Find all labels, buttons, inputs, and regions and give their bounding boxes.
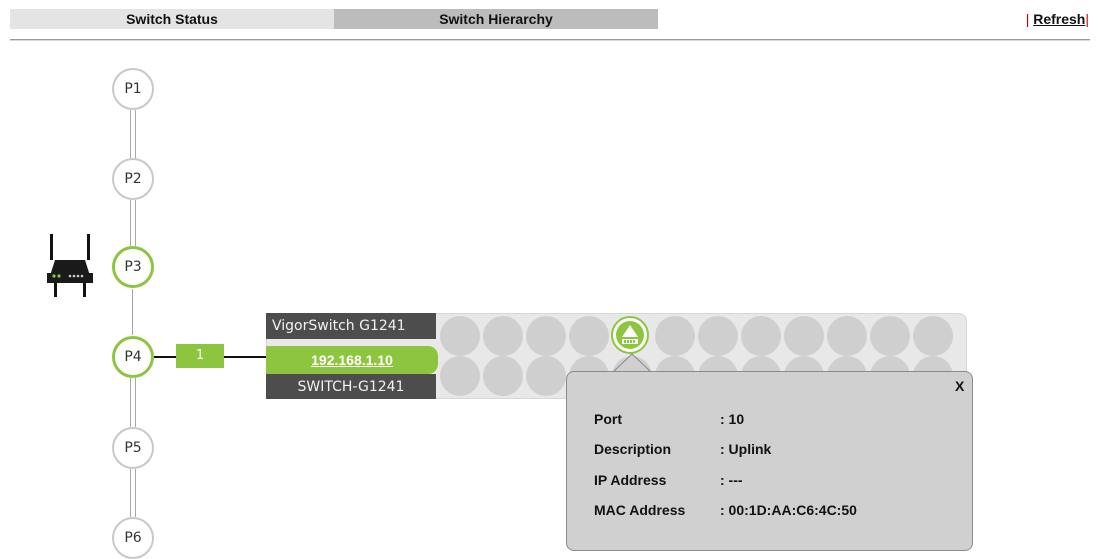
popup-label-mac: MAC Address	[594, 502, 686, 518]
switch-hostname-label: SWITCH-G1241	[266, 374, 436, 399]
port-node-p6[interactable]: P6	[112, 517, 154, 559]
popup-value-port: : 10	[720, 411, 745, 427]
connector-p4-p5	[130, 378, 136, 427]
link-line-b	[224, 356, 266, 358]
switch-port-circle[interactable]	[440, 356, 480, 396]
switch-ip-link[interactable]: 192.168.1.10	[266, 346, 438, 374]
link-line-a	[154, 356, 176, 358]
connector-p5-p6	[130, 469, 136, 517]
popup-value-mac: : 00:1D:AA:C6:4C:50	[720, 502, 857, 518]
uplink-port[interactable]	[611, 316, 649, 354]
switch-port-circle[interactable]	[483, 316, 523, 356]
popup-value-description: : Uplink	[720, 441, 772, 457]
popup-label-description: Description	[594, 441, 672, 457]
switch-port-circle[interactable]	[569, 316, 609, 356]
refresh-area: | Refresh|	[1026, 9, 1089, 29]
tab-switch-hierarchy[interactable]: Switch Hierarchy	[334, 9, 658, 29]
switch-port-circle[interactable]	[526, 316, 566, 356]
connector-p3-p4	[132, 289, 133, 335]
port-node-p5[interactable]: P5	[112, 427, 154, 469]
tab-divider	[10, 39, 1090, 41]
switch-port-circle[interactable]	[870, 316, 910, 356]
close-icon[interactable]: X	[955, 378, 964, 394]
connector-p1-p2	[130, 110, 136, 158]
switch-port-circle[interactable]	[913, 316, 953, 356]
switch-port-circle[interactable]	[526, 356, 566, 396]
port-node-p2[interactable]: P2	[112, 158, 154, 200]
connector-p2-p3	[130, 200, 136, 246]
refresh-link[interactable]: Refresh	[1033, 11, 1085, 27]
switch-port-circle[interactable]	[655, 316, 695, 356]
popup-label-port: Port	[594, 411, 622, 427]
port-info-popup	[566, 371, 973, 551]
switch-port-circle[interactable]	[784, 316, 824, 356]
refresh-separator-right: |	[1085, 11, 1089, 27]
switch-port-circle[interactable]	[440, 316, 480, 356]
switch-port-circle[interactable]	[741, 316, 781, 356]
link-port-badge[interactable]: 1	[176, 344, 224, 368]
popup-value-ip: : ---	[720, 472, 743, 488]
uplink-port-icon	[616, 321, 644, 349]
port-node-p1[interactable]: P1	[112, 68, 154, 110]
popup-label-ip: IP Address	[594, 472, 667, 488]
switch-port-circle[interactable]	[827, 316, 867, 356]
switch-port-circle[interactable]	[483, 356, 523, 396]
tab-switch-status[interactable]: Switch Status	[10, 9, 334, 29]
switch-port-circle[interactable]	[698, 316, 738, 356]
switch-model-label: VigorSwitch G1241	[266, 313, 436, 339]
port-node-p3[interactable]: P3	[112, 246, 154, 288]
port-node-p4[interactable]: P4	[112, 336, 154, 378]
refresh-separator-left: |	[1025, 11, 1030, 27]
router-icon	[47, 234, 93, 297]
